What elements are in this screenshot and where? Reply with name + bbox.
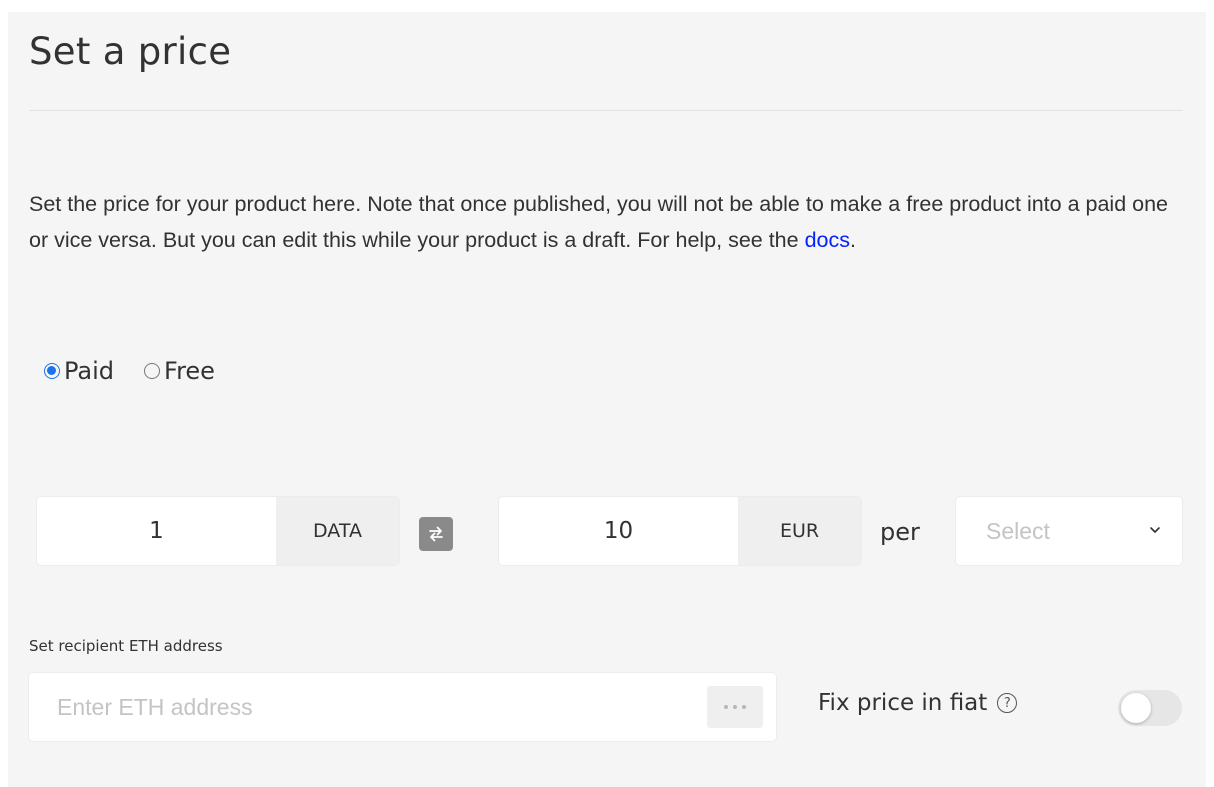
docs-link[interactable]: docs bbox=[805, 228, 850, 252]
eth-address-input[interactable] bbox=[57, 673, 657, 741]
radio-free-label: Free bbox=[164, 357, 215, 385]
help-icon[interactable]: ? bbox=[997, 693, 1018, 713]
fix-price-toggle[interactable] bbox=[1118, 690, 1182, 726]
per-label: per bbox=[880, 518, 920, 546]
recipient-label: Set recipient ETH address bbox=[29, 637, 223, 655]
radio-paid-label: Paid bbox=[64, 357, 115, 385]
fiat-amount-input[interactable]: 10 bbox=[499, 497, 738, 565]
toggle-knob bbox=[1121, 693, 1151, 723]
chevron-down-icon bbox=[1150, 527, 1160, 533]
description-period: . bbox=[850, 228, 856, 252]
ellipsis-dot-icon bbox=[724, 705, 728, 709]
fiat-unit-label: EUR bbox=[738, 497, 861, 565]
data-price-field[interactable]: 1 DATA bbox=[37, 497, 399, 565]
description-body: Set the price for your product here. Not… bbox=[29, 192, 1169, 252]
data-amount-input[interactable]: 1 bbox=[37, 497, 276, 565]
pricing-type-radio-group: Paid Free bbox=[44, 357, 245, 385]
radio-free[interactable]: Free bbox=[144, 357, 215, 385]
time-unit-placeholder: Select bbox=[986, 517, 1050, 544]
radio-free-indicator[interactable] bbox=[144, 363, 161, 379]
radio-paid[interactable]: Paid bbox=[44, 357, 114, 385]
section-title: Set a price bbox=[29, 30, 232, 73]
price-panel bbox=[8, 12, 1206, 787]
fix-price-row: Fix price in fiat ? bbox=[818, 690, 1018, 716]
time-unit-select[interactable]: Select bbox=[956, 497, 1182, 565]
eth-address-field bbox=[29, 673, 776, 741]
ellipsis-dot-icon bbox=[733, 705, 737, 709]
title-divider bbox=[29, 110, 1183, 111]
data-unit-label: DATA bbox=[276, 497, 399, 565]
more-options-button[interactable] bbox=[707, 686, 763, 728]
swap-currency-button[interactable] bbox=[419, 517, 453, 551]
ellipsis-dot-icon bbox=[742, 705, 746, 709]
description-text: Set the price for your product here. Not… bbox=[29, 186, 1189, 258]
radio-paid-indicator[interactable] bbox=[44, 363, 60, 379]
fix-price-label: Fix price in fiat bbox=[818, 690, 988, 716]
fiat-price-field[interactable]: 10 EUR bbox=[499, 497, 861, 565]
swap-arrows-icon bbox=[429, 526, 443, 542]
